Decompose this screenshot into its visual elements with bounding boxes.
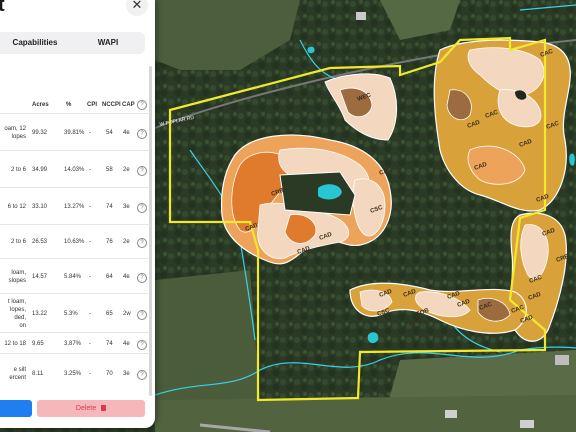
header-acres[interactable]: Acres [32,102,49,108]
header-nccpi[interactable]: NCCPI [102,102,121,108]
delete-label: Delete [75,405,97,412]
pct-value: 3.87% [64,341,82,347]
nccpi-value: 54 [106,130,113,136]
building [356,12,366,20]
help-icon[interactable]: ? [137,238,147,248]
acres-value: 33.10 [32,204,48,210]
table-row[interactable]: 2 to 6 34.99 14.03% - 58 2e? [0,150,150,188]
help-icon[interactable]: ? [137,340,147,350]
help-icon[interactable]: ? [137,100,147,110]
cpi-value: - [89,130,91,136]
soil-name: oam, 12 lopes [4,126,26,140]
building [555,355,569,365]
header-pct[interactable]: % [66,102,71,108]
soil-name: t loam, lopes, ded, on [7,299,26,329]
cap-value: 3e [123,204,130,210]
field [155,270,260,400]
header-cap[interactable]: CAP [122,102,135,108]
header-cpi[interactable]: CPI [87,102,97,108]
cap-value: 2w [123,311,131,317]
help-icon[interactable]: ? [137,273,147,283]
tab-capabilities[interactable]: Capabilities [0,32,70,54]
delete-button[interactable]: Delete [37,400,145,417]
panel-title: t [0,0,5,16]
pct-value: 39.81% [64,130,85,136]
pct-value: 3.25% [64,371,82,377]
table-row[interactable]: 6 to 12 33.10 13.27% - 74 3e? [0,187,150,225]
cpi-value: - [89,204,91,210]
cap-value: 4e [123,274,130,280]
cap-value: 2e [123,239,130,245]
panel-tabs: Capabilities WAPI [0,32,145,54]
cpi-value: - [89,341,91,347]
table-row[interactable]: 12 to 18 9.65 3.87% - 74 4e? [0,332,150,354]
table-row[interactable]: 2 to 6 26.53 10.63% - 76 2e? [0,224,150,259]
soil-name: loam, slopes [8,270,26,284]
building [520,420,534,428]
nccpi-value: 58 [106,167,113,173]
help-icon[interactable]: ? [137,203,147,213]
pct-value: 13.27% [64,204,85,210]
acres-value: 26.53 [32,239,48,245]
soil-name: 2 to 6 [10,239,26,245]
trash-icon [101,405,107,412]
help-icon[interactable]: ? [137,129,147,139]
close-icon[interactable]: ✕ [126,0,148,16]
nccpi-value: 74 [106,204,113,210]
nccpi-value: 70 [106,371,113,377]
primary-button[interactable] [0,400,32,417]
pct-value: 5.84% [64,274,82,280]
help-icon[interactable]: ? [137,370,147,380]
acres-value: 13.22 [32,311,48,317]
table-row[interactable]: oam, 12 lopes 99.32 39.81% - 54 4e? [0,113,150,151]
pct-value: 14.03% [64,167,85,173]
table-row[interactable]: e silt ercent 8.11 3.25% - 70 3e? [0,353,150,393]
acres-value: 14.57 [32,274,48,280]
help-icon[interactable]: ? [137,310,147,320]
cpi-value: - [89,311,91,317]
acres-value: 34.99 [32,167,48,173]
table-row[interactable]: loam, slopes 14.57 5.84% - 64 4e? [0,258,150,294]
acres-value: 8.11 [32,371,44,377]
tab-wapi[interactable]: WAPI [72,32,144,54]
cpi-value: - [89,167,91,173]
nccpi-value: 76 [106,239,113,245]
soil-panel: t ✕ Capabilities WAPI Acres % CPI NCCPI … [0,0,155,428]
pct-value: 10.63% [64,239,85,245]
acres-value: 9.65 [32,341,44,347]
acres-value: 99.32 [32,130,48,136]
cap-value: 4e [123,130,130,136]
cap-value: 2e [123,167,130,173]
cpi-value: - [89,371,91,377]
soil-name: e silt ercent [9,367,26,381]
nccpi-value: 74 [106,341,113,347]
cap-value: 4e [123,341,130,347]
cpi-value: - [89,239,91,245]
soil-name: 6 to 12 [7,204,26,210]
building [445,410,457,418]
soil-name: 12 to 18 [4,341,26,347]
table-row[interactable]: t loam, lopes, ded, on 13.22 5.3% - 65 2w? [0,293,150,333]
cpi-value: - [89,274,91,280]
help-icon[interactable]: ? [137,166,147,176]
cap-value: 3e [123,371,130,377]
soil-name: 2 to 6 [10,167,26,173]
nccpi-value: 64 [106,274,113,280]
pct-value: 5.3% [64,311,78,317]
nccpi-value: 65 [106,311,113,317]
table-header: Acres % CPI NCCPI CAP ? [0,99,150,113]
